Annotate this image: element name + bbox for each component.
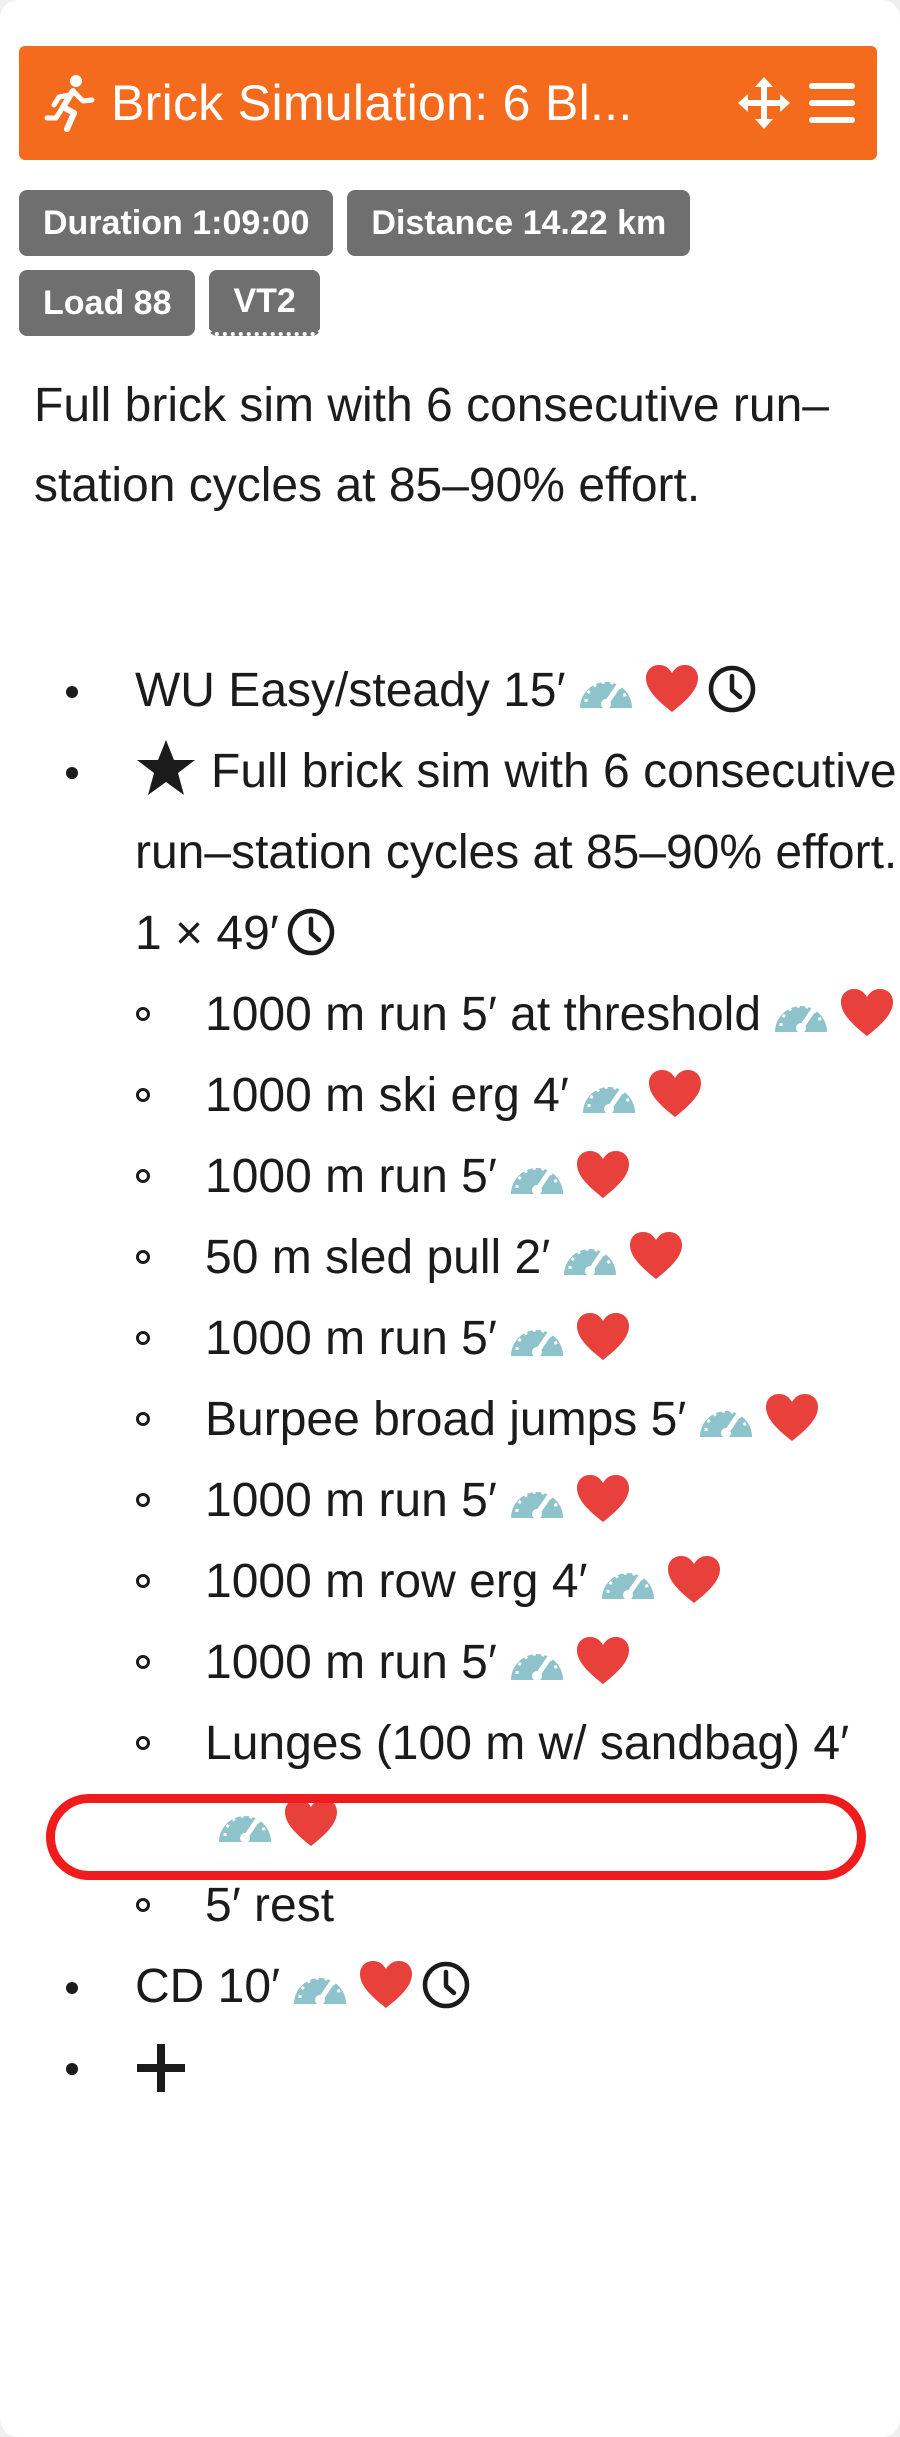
runner-icon	[44, 75, 95, 132]
heart-icon[interactable]	[764, 1393, 820, 1443]
load-badge: Load 88	[19, 270, 196, 336]
add-step-item	[0, 2027, 900, 2108]
warmup-step[interactable]: WU Easy/steady 15′	[0, 650, 900, 731]
main-set-substeps: 1000 m run 5′ at threshold 1000 m ski er…	[135, 974, 900, 1946]
card-header[interactable]: Brick Simulation: 6 Bl...	[19, 46, 877, 160]
heart-icon[interactable]	[575, 1636, 631, 1686]
clock-icon[interactable]	[420, 1959, 472, 2011]
workout-steps: WU Easy/steady 15′ Full brick sim with 6…	[0, 650, 900, 2108]
substep-item[interactable]: 50 m sled pull 2′	[135, 1217, 900, 1298]
heart-icon[interactable]	[647, 1069, 703, 1119]
substep-label: Lunges (100 m w/ sandbag) 4′	[205, 1717, 850, 1770]
substep-item[interactable]: Lunges (100 m w/ sandbag) 4′	[135, 1703, 900, 1865]
substep-label: 1000 m run 5′ at threshold	[205, 988, 762, 1041]
heart-icon[interactable]	[575, 1312, 631, 1362]
star-icon	[137, 740, 195, 796]
substep-label: 1000 m run 5′	[205, 1150, 497, 1203]
clock-icon[interactable]	[285, 906, 337, 958]
gauge-icon[interactable]	[771, 988, 831, 1038]
heart-icon[interactable]	[283, 1798, 339, 1848]
substep-item[interactable]: 1000 m run 5′ at threshold	[135, 974, 900, 1055]
substep-label: 1000 m run 5′	[205, 1636, 497, 1689]
substep-item[interactable]: 1000 m run 5′	[135, 1298, 900, 1379]
heart-icon[interactable]	[358, 1960, 414, 2010]
gauge-icon[interactable]	[290, 1960, 350, 2010]
gauge-icon[interactable]	[579, 1069, 639, 1119]
heart-icon[interactable]	[628, 1231, 684, 1281]
heart-icon[interactable]	[575, 1150, 631, 1200]
substep-item[interactable]: 5′ rest	[135, 1865, 900, 1946]
substep-label: 1000 m ski erg 4′	[205, 1069, 569, 1122]
main-set-step[interactable]: Full brick sim with 6 consecutive run–st…	[0, 731, 900, 1946]
duration-badge: Duration 1:09:00	[19, 190, 334, 256]
gauge-icon[interactable]	[598, 1555, 658, 1605]
zone-badge[interactable]: VT2	[209, 270, 320, 336]
gauge-icon[interactable]	[696, 1393, 756, 1443]
gauge-icon[interactable]	[507, 1636, 567, 1686]
substep-label: 1000 m run 5′	[205, 1312, 497, 1365]
heart-icon[interactable]	[644, 664, 700, 714]
substep-item[interactable]: 1000 m ski erg 4′	[135, 1055, 900, 1136]
distance-badge: Distance 14.22 km	[347, 190, 691, 256]
summary-badges: Duration 1:09:00 Distance 14.22 km Load …	[19, 190, 879, 336]
substep-item[interactable]: Burpee broad jumps 5′	[135, 1379, 900, 1460]
substep-label: 5′ rest	[205, 1879, 335, 1932]
substep-item[interactable]: 1000 m run 5′	[135, 1460, 900, 1541]
plus-icon[interactable]	[135, 2042, 187, 2094]
substep-item-highlighted[interactable]: 1000 m row erg 4′	[135, 1541, 900, 1622]
substep-label: 50 m sled pull 2′	[205, 1231, 551, 1284]
gauge-icon[interactable]	[507, 1150, 567, 1200]
gauge-icon[interactable]	[507, 1312, 567, 1362]
cooldown-step[interactable]: CD 10′	[0, 1946, 900, 2027]
gauge-icon[interactable]	[576, 664, 636, 714]
substep-label: Burpee broad jumps 5′	[205, 1393, 687, 1446]
substep-label: 1000 m run 5′	[205, 1474, 497, 1527]
gauge-icon[interactable]	[215, 1798, 275, 1848]
step-label: CD 10′	[135, 1960, 281, 2013]
clock-icon[interactable]	[706, 663, 758, 715]
heart-icon[interactable]	[575, 1474, 631, 1524]
substep-label: 1000 m row erg 4′	[205, 1555, 588, 1608]
substep-item[interactable]: 1000 m run 5′	[135, 1136, 900, 1217]
substep-item[interactable]: 1000 m run 5′	[135, 1622, 900, 1703]
gauge-icon[interactable]	[560, 1231, 620, 1281]
move-icon[interactable]	[735, 74, 793, 132]
menu-icon[interactable]	[807, 79, 857, 127]
card-title: Brick Simulation: 6 Bl...	[111, 75, 633, 131]
workout-description: Full brick sim with 6 consecutive run–st…	[34, 379, 829, 512]
workout-card: Brick Simulation: 6 Bl... Duration 1:09:…	[0, 0, 900, 2437]
main-set-label: Full brick sim with 6 consecutive run–st…	[135, 745, 898, 960]
gauge-icon[interactable]	[507, 1474, 567, 1524]
step-label: WU Easy/steady 15′	[135, 664, 566, 717]
heart-icon[interactable]	[839, 988, 895, 1038]
heart-icon[interactable]	[666, 1555, 722, 1605]
